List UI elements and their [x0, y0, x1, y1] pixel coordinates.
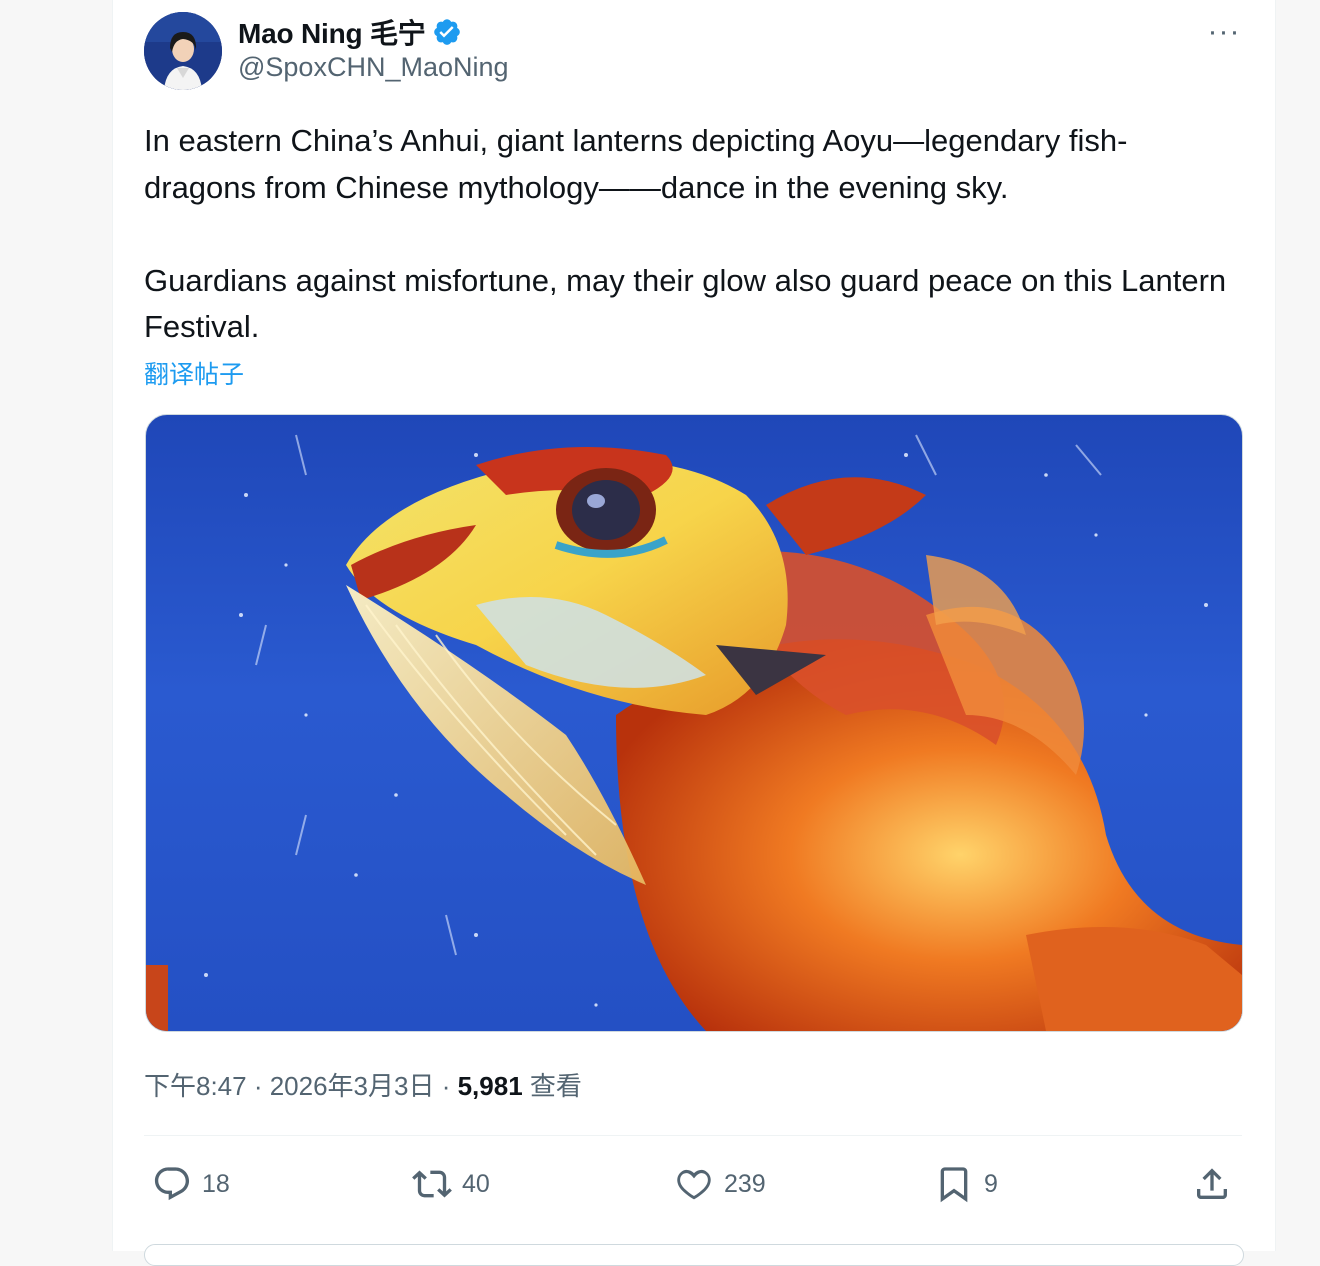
verified-badge-icon — [432, 17, 462, 47]
reply-button[interactable]: 18 — [152, 1152, 230, 1216]
heart-icon — [677, 1169, 711, 1200]
more-options-button[interactable]: ··· — [1204, 17, 1244, 47]
tweet-time[interactable]: 下午8:47 — [144, 1071, 247, 1101]
avatar[interactable] — [144, 12, 222, 90]
repost-button[interactable]: 40 — [412, 1152, 490, 1216]
reply-composer-edge — [144, 1244, 1244, 1266]
bookmark-icon — [940, 1167, 968, 1203]
bookmark-count: 9 — [984, 1169, 998, 1198]
reply-count: 18 — [202, 1169, 230, 1198]
repost-count: 40 — [462, 1169, 490, 1198]
tweet-paragraph: Guardians against misfortune, may their … — [144, 262, 1227, 345]
author-name-row[interactable]: Mao Ning 毛宁 — [238, 14, 462, 50]
like-button[interactable]: 239 — [674, 1152, 766, 1216]
tweet-media-image[interactable] — [145, 414, 1243, 1032]
divider — [144, 1135, 1242, 1136]
author-handle[interactable]: @SpoxCHN_MaoNing — [238, 52, 509, 83]
share-button[interactable] — [1192, 1152, 1232, 1216]
tweet-action-bar: 18 40 239 9 — [144, 1152, 1242, 1216]
share-icon — [1197, 1168, 1227, 1199]
repost-icon — [412, 1170, 452, 1198]
meta-separator: · — [246, 1071, 270, 1101]
tweet-text: In eastern China’s Anhui, giant lanterns… — [144, 118, 1234, 351]
translate-post-link[interactable]: 翻译帖子 — [144, 355, 244, 391]
reply-icon — [154, 1167, 190, 1201]
views-count: 5,981 — [457, 1071, 523, 1101]
bookmark-button[interactable]: 9 — [934, 1152, 998, 1216]
tweet-paragraph: In eastern China’s Anhui, giant lanterns… — [144, 123, 1128, 205]
views-label: 查看 — [529, 1071, 582, 1101]
author-name[interactable]: Mao Ning 毛宁 — [238, 12, 426, 52]
meta-separator: · — [434, 1071, 458, 1101]
like-count: 239 — [724, 1169, 766, 1198]
tweet-date[interactable]: 2026年3月3日 — [270, 1071, 435, 1101]
tweet-timestamp-line: 下午8:47 · 2026年3月3日 · 5,981 查看 — [144, 1066, 582, 1103]
